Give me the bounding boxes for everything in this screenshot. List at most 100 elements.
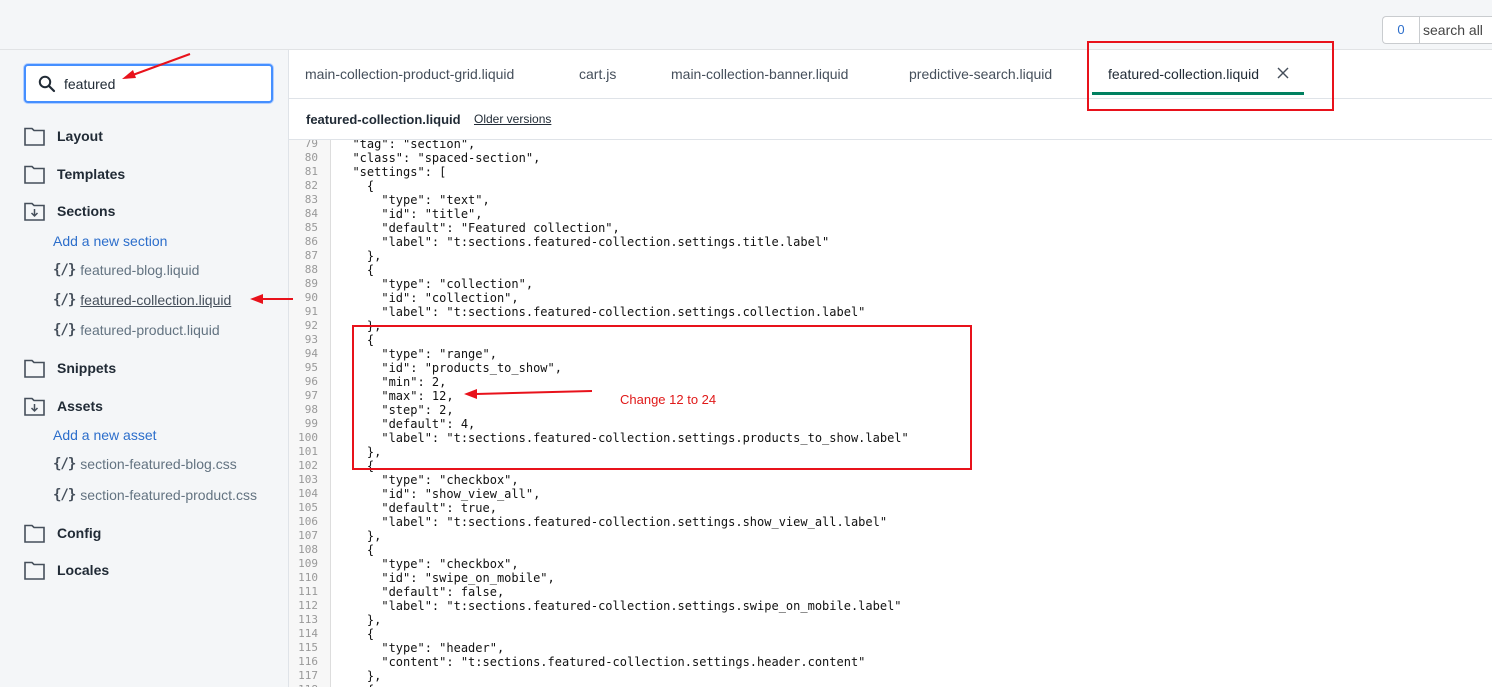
folder-snippets[interactable]: Snippets: [24, 356, 116, 380]
line-number: 118: [289, 683, 318, 687]
line-code: {: [338, 543, 375, 557]
file-sidebar: Layout Templates Sections Add a new sect…: [0, 50, 289, 687]
line-code: },: [338, 613, 382, 627]
line-code: "label": "t:sections.featured-collection…: [338, 235, 830, 249]
tab-predictive-search[interactable]: predictive-search.liquid: [909, 50, 1052, 98]
add-new-section-link[interactable]: Add a new section: [53, 233, 167, 249]
line-code: "settings": [: [338, 165, 447, 179]
line-code: "id": "swipe_on_mobile",: [338, 571, 555, 585]
line-number: 103: [298, 473, 318, 486]
line-code: "type": "checkbox",: [338, 557, 519, 571]
line-number: 112: [298, 599, 318, 612]
folder-config[interactable]: Config: [24, 521, 101, 545]
search-all-button[interactable]: 0 search all: [1382, 16, 1492, 44]
folder-icon: [24, 561, 45, 580]
line-number: 84: [304, 207, 318, 220]
line-number: 114: [298, 627, 318, 640]
code-line: 88 {: [289, 263, 1492, 277]
file-name: section-featured-blog.css: [80, 456, 237, 472]
current-file-name: featured-collection.liquid: [306, 112, 461, 127]
line-number: 79: [304, 140, 318, 150]
css-file-icon: {/}: [53, 487, 76, 503]
code-line: 115 "type": "header",: [289, 641, 1492, 655]
file-item[interactable]: {/} section-featured-product.css: [53, 485, 257, 505]
line-number: 107: [298, 529, 318, 542]
line-number: 109: [298, 557, 318, 570]
tab-cart-js[interactable]: cart.js: [579, 50, 616, 98]
line-code: "class": "spaced-section",: [338, 151, 541, 165]
tab-main-collection-product-grid[interactable]: main-collection-product-grid.liquid: [305, 50, 514, 98]
line-code: },: [338, 669, 382, 683]
code-line: 105 "default": true,: [289, 501, 1492, 515]
line-code: {: [338, 627, 375, 641]
annotation-note: Change 12 to 24: [620, 392, 717, 407]
line-code: "content": "t:sections.featured-collecti…: [338, 655, 866, 669]
line-code: "default": false,: [338, 585, 505, 599]
folder-locales[interactable]: Locales: [24, 558, 109, 582]
css-file-icon: {/}: [53, 456, 76, 472]
line-number: 111: [298, 585, 318, 598]
folder-icon: [24, 127, 45, 146]
line-number: 117: [298, 669, 318, 682]
folder-icon: [24, 165, 45, 184]
code-line: 110 "id": "swipe_on_mobile",: [289, 571, 1492, 585]
folder-layout[interactable]: Layout: [24, 124, 103, 148]
liquid-file-icon: {/}: [53, 292, 76, 308]
file-name: featured-product.liquid: [80, 322, 220, 338]
line-number: 100: [298, 431, 318, 444]
folder-open-icon: [24, 202, 45, 221]
line-number: 94: [304, 347, 318, 360]
file-search-input[interactable]: [64, 74, 254, 94]
code-line: 103 "type": "checkbox",: [289, 473, 1492, 487]
folder-label: Config: [57, 525, 102, 541]
file-search-box[interactable]: [24, 64, 273, 103]
folder-assets[interactable]: Assets: [24, 394, 103, 418]
line-code: {: [338, 263, 375, 277]
folder-icon: [24, 524, 45, 543]
line-number: 115: [298, 641, 318, 654]
code-line: 106 "label": "t:sections.featured-collec…: [289, 515, 1492, 529]
tab-main-collection-banner[interactable]: main-collection-banner.liquid: [671, 50, 848, 98]
line-number: 113: [298, 613, 318, 626]
file-item[interactable]: {/} section-featured-blog.css: [53, 454, 237, 474]
line-code: "default": "Featured collection",: [338, 221, 620, 235]
line-code: "id": "title",: [338, 207, 483, 221]
file-item[interactable]: {/} featured-product.liquid: [53, 320, 220, 340]
code-line: 84 "id": "title",: [289, 207, 1492, 221]
folder-sections[interactable]: Sections: [24, 199, 115, 223]
line-number: 95: [304, 361, 318, 374]
older-versions-link[interactable]: Older versions: [474, 112, 551, 126]
line-code: },: [338, 249, 382, 263]
code-line: 91 "label": "t:sections.featured-collect…: [289, 305, 1492, 319]
file-name: featured-collection.liquid: [80, 292, 232, 308]
line-code: "label": "t:sections.featured-collection…: [338, 599, 902, 613]
code-line: 104 "id": "show_view_all",: [289, 487, 1492, 501]
line-number: 105: [298, 501, 318, 514]
folder-icon: [24, 359, 45, 378]
add-new-asset-link[interactable]: Add a new asset: [53, 427, 157, 443]
file-item[interactable]: {/} featured-blog.liquid: [53, 260, 199, 280]
file-item-active[interactable]: {/} featured-collection.liquid: [53, 290, 231, 310]
line-number: 99: [304, 417, 318, 430]
line-number: 80: [304, 151, 318, 164]
search-all-count: 0: [1383, 17, 1420, 43]
folder-label: Templates: [57, 166, 126, 182]
folder-label: Assets: [57, 398, 103, 414]
code-line: 80 "class": "spaced-section",: [289, 151, 1492, 165]
line-number: 108: [298, 543, 318, 556]
line-code: "id": "show_view_all",: [338, 487, 541, 501]
code-line: 82 {: [289, 179, 1492, 193]
line-number: 101: [298, 445, 318, 458]
line-number: 81: [304, 165, 318, 178]
annotation-box-tab: [1087, 41, 1334, 111]
folder-templates[interactable]: Templates: [24, 162, 125, 186]
code-line: 86 "label": "t:sections.featured-collect…: [289, 235, 1492, 249]
line-number: 86: [304, 235, 318, 248]
line-code: "tag": "section",: [338, 140, 476, 151]
code-line: 109 "type": "checkbox",: [289, 557, 1492, 571]
file-name: featured-blog.liquid: [80, 262, 200, 278]
line-number: 98: [304, 403, 318, 416]
line-number: 82: [304, 179, 318, 192]
code-line: 112 "label": "t:sections.featured-collec…: [289, 599, 1492, 613]
line-number: 91: [304, 305, 318, 318]
